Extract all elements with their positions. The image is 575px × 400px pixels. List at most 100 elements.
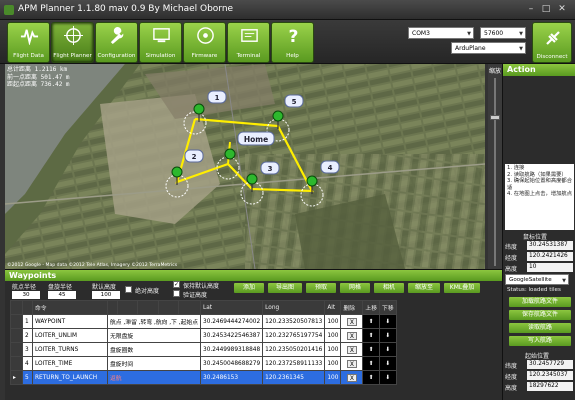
command-params[interactable]: 盘旋时间	[107, 356, 201, 371]
lat-cell[interactable]: 30.2453422546387	[199, 328, 264, 343]
table-row[interactable]: 4 LOITER_TIME 盘旋时间 30.2450048688279 120.…	[10, 356, 397, 371]
command-select[interactable]: LOITER_UNLIM	[32, 328, 108, 343]
move-up-icon[interactable]: ⬆	[362, 356, 381, 371]
terminal-button[interactable]: Terminal	[227, 22, 270, 63]
lat-cell[interactable]: 30.2449989318848	[199, 342, 264, 357]
waypoint-marker-1[interactable]: 1	[193, 90, 227, 122]
wp-radius-input[interactable]: 30	[12, 291, 40, 299]
delete-button[interactable]: X	[346, 331, 357, 340]
home-alt-value[interactable]: 18297622	[527, 382, 573, 391]
loiter-radius-input[interactable]: 45	[48, 291, 76, 299]
command-params[interactable]: 无限盘旋	[107, 328, 201, 343]
lat-cell[interactable]: 30.2450048688279	[199, 356, 264, 371]
zoom-track	[494, 78, 496, 266]
move-up-icon[interactable]: ⬆	[362, 314, 381, 329]
command-select[interactable]: LOITER_TURNS	[32, 342, 108, 357]
command-select[interactable]: RETURN_TO_LAUNCH	[32, 370, 108, 385]
lng-cell[interactable]: 120.233520507813	[262, 314, 326, 329]
vehicle-select[interactable]: ArduPlane ▼	[451, 42, 526, 54]
move-up-icon[interactable]: ⬆	[362, 328, 381, 343]
home-marker[interactable]: Home	[224, 131, 275, 160]
table-row-selected[interactable]: ▸ 5 RETURN_TO_LAUNCH 返航 30.2486153 120.2…	[10, 370, 397, 385]
alt-cell[interactable]: 100	[324, 328, 342, 343]
map-source-select[interactable]: GoogleSatellite ▼	[505, 274, 569, 285]
delete-button[interactable]: X	[346, 345, 357, 354]
svg-text:?: ?	[289, 27, 299, 45]
maximize-icon[interactable]: □	[540, 3, 552, 15]
move-up-icon[interactable]: ⬆	[362, 342, 381, 357]
configuration-button[interactable]: Configuration	[95, 22, 138, 63]
absolute-alt-checkbox[interactable]	[125, 286, 132, 293]
kml-overlay-button[interactable]: KML叠加	[444, 283, 480, 293]
flight-planner-button[interactable]: Flight Planner	[51, 22, 94, 63]
command-params[interactable]: 盘旋圈数	[107, 342, 201, 357]
alt-cell[interactable]: 100	[324, 314, 342, 329]
command-select[interactable]: WAYPOINT	[32, 314, 108, 329]
move-down-icon[interactable]: ⬇	[379, 356, 397, 371]
zoom-bar[interactable]: 缩放	[488, 64, 502, 269]
flight-data-button[interactable]: Flight Data	[7, 22, 50, 63]
waypoint-marker-3[interactable]: 3	[246, 161, 280, 192]
move-down-icon[interactable]: ⬇	[379, 314, 397, 329]
absolute-alt-label: 绝对高度	[135, 288, 160, 295]
baud-select[interactable]: 57600 ▼	[480, 27, 526, 39]
simulation-button[interactable]: Simulation	[139, 22, 182, 63]
command-params[interactable]: 航点 ,滞留 ,转弯 ,航向 ,下 ,起始点	[107, 314, 201, 329]
export-map-button[interactable]: 导出图	[268, 283, 302, 293]
alt-cell[interactable]: 100	[324, 370, 342, 385]
default-alt-input[interactable]: 100	[92, 291, 120, 299]
delete-button[interactable]: X	[346, 317, 357, 326]
firmware-button[interactable]: Firmware	[183, 22, 226, 63]
alt-cell[interactable]: 100	[324, 356, 342, 371]
table-row[interactable]: 3 LOITER_TURNS 盘旋圈数 30.2449989318848 120…	[10, 342, 397, 357]
write-waypoints-button[interactable]: 写入航路	[509, 336, 571, 346]
minimize-icon[interactable]: –	[525, 3, 537, 15]
lng-cell[interactable]: 120.2361345	[262, 370, 326, 385]
load-waypoint-file-button[interactable]: 加载航路文件	[509, 297, 571, 307]
waypoints-title: Waypoints	[5, 270, 502, 281]
waypoint-marker-4[interactable]: 4	[306, 160, 340, 194]
home-lat-value[interactable]: 30.2457729	[527, 360, 573, 369]
col-alt: Alt	[324, 300, 342, 315]
mouse-alt-value: 10	[527, 263, 573, 272]
table-row[interactable]: 2 LOITER_UNLIM 无限盘旋 30.2453422546387 120…	[10, 328, 397, 343]
map-view[interactable]: 总计距离 1.2116 km 前一点距离 501.47 m 距起点距离 736.…	[5, 64, 485, 269]
table-row[interactable]: 1 WAYPOINT 航点 ,滞留 ,转弯 ,航向 ,下 ,起始点 30.246…	[10, 314, 397, 329]
prefetch-button[interactable]: 预取	[306, 283, 336, 293]
command-select[interactable]: LOITER_TIME	[32, 356, 108, 371]
add-button[interactable]: 添加	[234, 283, 264, 293]
waypoint-marker-5[interactable]: 5	[272, 94, 304, 129]
vehicle-value: ArduPlane	[455, 45, 486, 52]
waypoints-table: 命令 Lat Long Alt 删除 上移 下移 1 WAYPOINT 航点 ,…	[10, 300, 397, 385]
port-select[interactable]: COM3 ▼	[408, 27, 474, 39]
move-down-icon[interactable]: ⬇	[379, 342, 397, 357]
move-down-icon[interactable]: ⬇	[379, 328, 397, 343]
waypoint-marker-2[interactable]: 2	[171, 149, 204, 185]
disconnect-button[interactable]: Disconnect	[532, 22, 572, 63]
delete-button[interactable]: X	[346, 359, 357, 368]
home-lng-value[interactable]: 120.2345037	[527, 371, 573, 380]
camera-button[interactable]: 相机	[374, 283, 404, 293]
alt-cell[interactable]: 100	[324, 342, 342, 357]
verify-height-checkbox[interactable]	[173, 290, 180, 297]
delete-button[interactable]: X	[346, 373, 357, 382]
move-down-icon[interactable]: ⬇	[379, 370, 397, 385]
zoom-slider-handle[interactable]	[490, 115, 500, 120]
lat-cell[interactable]: 30.2469444274002	[199, 314, 264, 329]
close-icon[interactable]: ✕	[556, 3, 568, 15]
hold-alt-checkbox[interactable]: ✓	[173, 281, 180, 288]
read-waypoints-button[interactable]: 读取航路	[509, 323, 571, 333]
lng-cell[interactable]: 120.232765197754	[262, 328, 326, 343]
help-button[interactable]: ? Help	[271, 22, 314, 63]
monitor-icon	[153, 28, 170, 43]
svg-text:3: 3	[268, 165, 273, 173]
grid-button[interactable]: 网格	[340, 283, 370, 293]
lng-cell[interactable]: 120.237258911133	[262, 356, 326, 371]
lng-cell[interactable]: 120.235050201416	[262, 342, 326, 357]
command-params[interactable]: 返航	[107, 370, 201, 385]
move-up-icon[interactable]: ⬆	[362, 370, 381, 385]
save-waypoint-file-button[interactable]: 保存航路文件	[509, 310, 571, 320]
lat-cell[interactable]: 30.2486153	[199, 370, 264, 385]
mouse-alt-row: 高度 10	[505, 263, 573, 273]
zoom-to-button[interactable]: 缩放至	[408, 283, 440, 293]
